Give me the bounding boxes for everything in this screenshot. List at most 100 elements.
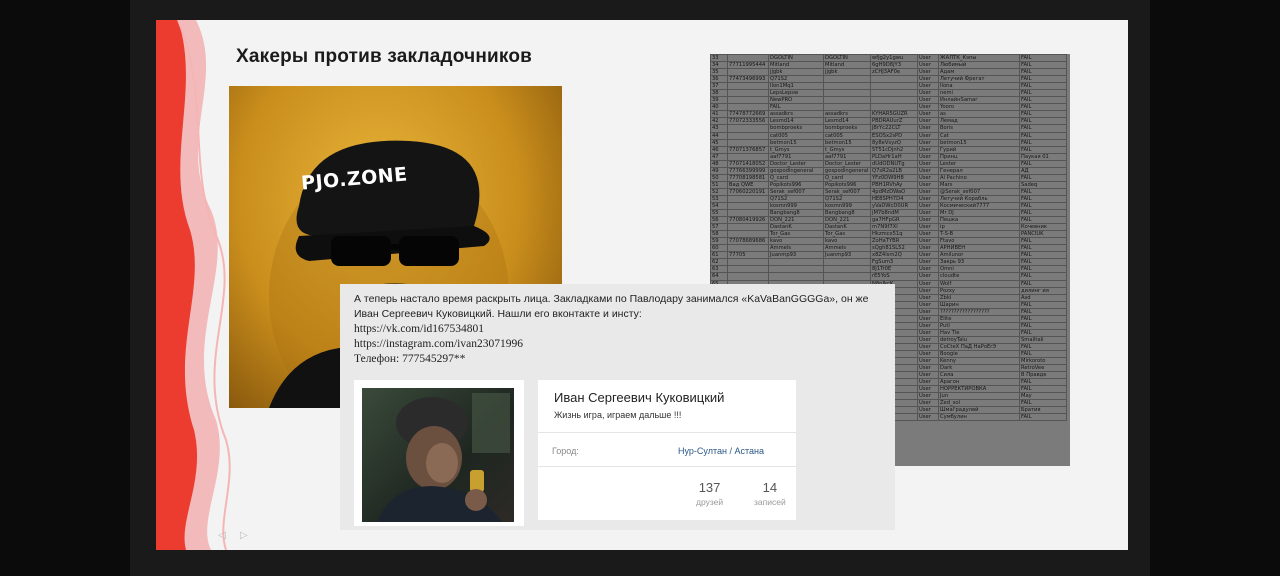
table-cell: Pozxy bbox=[938, 286, 1020, 295]
table-cell: User bbox=[917, 378, 939, 387]
table-cell: DON_221 bbox=[823, 216, 871, 225]
table-cell: 64 bbox=[710, 272, 728, 281]
table-cell: User bbox=[917, 209, 939, 218]
table-cell: betmon15 bbox=[768, 138, 824, 147]
table-cell: Smalltali bbox=[1019, 335, 1067, 344]
table-cell bbox=[823, 96, 871, 105]
table-cell: Dark bbox=[938, 364, 1020, 373]
table-row: 41 77478772669 assadkrs assadkrs KYHAR5GUZR U… bbox=[710, 110, 1067, 119]
table-cell: 57 bbox=[710, 223, 728, 232]
table-cell: Boogie bbox=[938, 349, 1020, 359]
table-cell: FAIL bbox=[1019, 307, 1067, 316]
table-row: 52 77060220191 Serak_sef007 Serak_sef007 4pd… bbox=[710, 187, 1067, 196]
table-cell: FAIL bbox=[1019, 237, 1067, 246]
table-cell bbox=[823, 272, 871, 281]
table-cell: FAIL bbox=[1019, 272, 1067, 281]
table-cell: FAIL bbox=[1019, 300, 1067, 309]
table-cell: Сила bbox=[938, 371, 1020, 380]
table-cell: 77705 bbox=[727, 251, 769, 260]
post-text: А теперь настало время раскрыть лица. За… bbox=[354, 292, 884, 367]
table-cell: Bangbang8 bbox=[768, 209, 824, 218]
person-in-hat-image bbox=[377, 393, 510, 522]
table-cell: DGOLTIN bbox=[768, 54, 824, 63]
table-cell: User bbox=[917, 82, 939, 91]
table-cell: cat005 bbox=[823, 131, 871, 140]
table-row: 57 DastanK DastanK m7N9f7Xl User ip Кочевник bbox=[710, 223, 1067, 232]
vk-post-screenshot: А теперь настало время раскрыть лица. За… bbox=[340, 284, 895, 530]
table-cell: АРНИВЕН bbox=[938, 244, 1020, 253]
city-value-link[interactable]: Нур-Султан / Астана bbox=[678, 446, 764, 456]
table-cell bbox=[823, 89, 871, 98]
table-cell: bombproeks bbox=[823, 124, 871, 133]
table-cell: User bbox=[917, 293, 939, 302]
posts-counter[interactable]: 14 записей bbox=[754, 480, 786, 507]
vk-profile-card: Иван Сергеевич Куковицкий Жизнь игра, иг… bbox=[538, 380, 796, 520]
table-cell bbox=[870, 75, 918, 84]
table-cell bbox=[727, 272, 769, 281]
table-cell: 77072333556 bbox=[727, 117, 769, 126]
table-cell: YFz0DW9H8 bbox=[870, 173, 918, 182]
table-cell: FAIL bbox=[1019, 131, 1067, 140]
table-cell: User bbox=[917, 364, 939, 373]
table-cell: 52 bbox=[710, 187, 728, 196]
table-cell: 44 bbox=[710, 131, 728, 140]
table-cell: User bbox=[917, 68, 939, 77]
table-cell: User bbox=[917, 194, 939, 203]
table-row: 44 cat005 cat005 ESOSx2sPD User Cat FAIL bbox=[710, 131, 1067, 140]
table-cell: aaf7791 bbox=[823, 152, 871, 161]
table-cell: FAIL bbox=[1019, 103, 1067, 112]
profile-name[interactable]: Иван Сергеевич Куковицкий bbox=[554, 390, 724, 405]
next-slide-icon[interactable]: ▷ bbox=[240, 530, 248, 541]
vk-profile-link[interactable]: https://vk.com/id167534801 bbox=[354, 322, 884, 337]
table-cell bbox=[727, 89, 769, 98]
table-cell: Космический7777 bbox=[938, 201, 1020, 211]
table-cell: jjgbk bbox=[823, 68, 871, 77]
table-cell: 47 bbox=[710, 152, 728, 161]
instagram-profile-link[interactable]: https://instagram.com/ivan23071996 bbox=[354, 337, 884, 352]
table-cell: Tor_Gas bbox=[768, 230, 824, 239]
prev-slide-icon[interactable]: ◁ bbox=[218, 530, 226, 541]
table-cell: 39 bbox=[710, 96, 728, 105]
table-cell: jjgbk bbox=[768, 68, 824, 77]
table-row: 46 77071376857 t_Gmys t_Gmys 5T51cDjnh2 User Г… bbox=[710, 145, 1067, 154]
friends-counter[interactable]: 137 друзей bbox=[696, 480, 723, 507]
table-row: 60 Ammels Ammels sQgh81SL52 User АРНИВЕН FAIL bbox=[710, 244, 1067, 253]
table-cell: Ilona bbox=[938, 82, 1020, 91]
table-cell: PANCIUK bbox=[1019, 230, 1067, 239]
table-row: 58 Tor_Gas Tor_Gas Hkzmcx51q User T-S-B PANCIU… bbox=[710, 230, 1067, 239]
table-cell: HE8SPH7D4 bbox=[870, 194, 918, 203]
table-row: 51 Вад QWE Popikots996 Popikots996 PBH1RVhAy… bbox=[710, 180, 1067, 189]
presentation-slide: Хакеры против закладочников PJO.ZONE 33 D… bbox=[156, 20, 1128, 550]
table-row: 55 Bangbang8 Bangbang8 jM7b8ndM User Mr DJ FAI… bbox=[710, 209, 1067, 218]
table-row: 48 77071418052 Doctor_Lester Doctor_Lester d… bbox=[710, 159, 1067, 168]
table-cell: wfjg2y1gwu bbox=[870, 54, 918, 63]
table-cell: FAIL bbox=[1019, 89, 1067, 98]
table-cell: detroyTalu bbox=[938, 335, 1020, 344]
table-cell: 58 bbox=[710, 230, 728, 239]
divider bbox=[538, 466, 796, 467]
table-cell: kosmn999 bbox=[768, 201, 824, 211]
table-cell: Q_card bbox=[768, 173, 824, 182]
table-cell: FAIL bbox=[1019, 124, 1067, 133]
table-cell: 34 bbox=[710, 61, 728, 70]
table-cell: User bbox=[917, 335, 939, 344]
table-cell: 77071418052 bbox=[727, 159, 769, 168]
table-cell: assadkrs bbox=[768, 110, 824, 119]
table-cell: gospodingeneral bbox=[768, 166, 824, 175]
table-cell: Serak_sef007 bbox=[768, 187, 824, 196]
table-cell: User bbox=[917, 307, 939, 316]
table-cell: Гурий bbox=[938, 145, 1020, 154]
table-cell: User bbox=[917, 413, 939, 422]
table-cell: PBDRAUurZ bbox=[870, 117, 918, 126]
table-cell: User bbox=[917, 286, 939, 295]
table-cell: Juanmp93 bbox=[768, 251, 824, 260]
table-row: 56 77080419926 DON_221 DON_221 ga7HFpGR User П… bbox=[710, 216, 1067, 225]
table-cell: betmon15 bbox=[938, 138, 1020, 147]
table-cell: FAIL bbox=[1019, 314, 1067, 323]
table-cell bbox=[870, 82, 918, 91]
profile-photo[interactable] bbox=[362, 388, 514, 522]
table-cell: LepsLepsw bbox=[768, 89, 824, 98]
table-cell: 77071376857 bbox=[727, 145, 769, 154]
table-cell: Lester bbox=[938, 159, 1020, 168]
table-cell: 63 bbox=[710, 265, 728, 274]
